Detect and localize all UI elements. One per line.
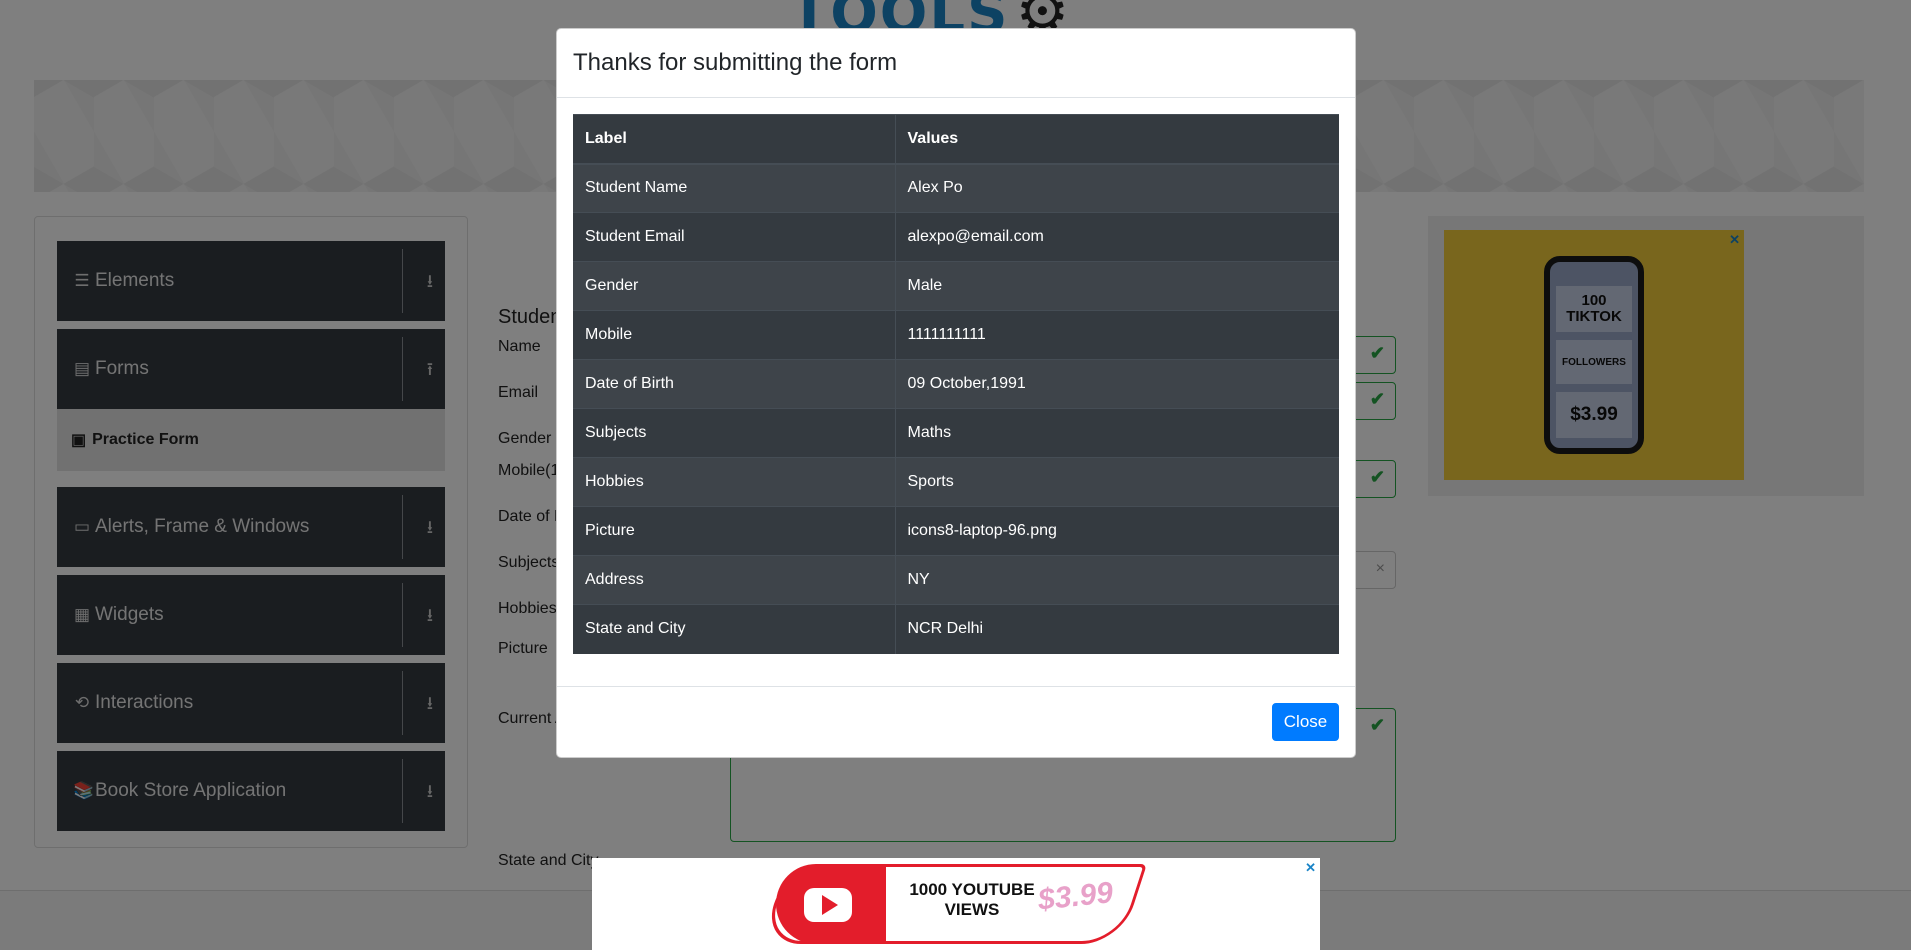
row-value: 1111111111 xyxy=(895,310,1339,360)
row-value: NY xyxy=(895,555,1339,605)
table-row: Date of Birth 09 October,1991 xyxy=(573,359,1339,409)
modal-body: Label Values Student Name Alex Po Studen… xyxy=(557,98,1355,687)
row-value: Alex Po xyxy=(895,163,1339,213)
row-label: Student Email xyxy=(573,212,896,262)
submission-modal: Thanks for submitting the form Label Val… xyxy=(556,28,1356,758)
table-row: State and City NCR Delhi xyxy=(573,604,1339,654)
row-label: Picture xyxy=(573,506,896,556)
row-label: Gender xyxy=(573,261,896,311)
row-value: Sports xyxy=(895,457,1339,507)
row-label: Date of Birth xyxy=(573,359,896,409)
column-header-values: Values xyxy=(895,114,1339,165)
row-value: alexpo@email.com xyxy=(895,212,1339,262)
modal-header: Thanks for submitting the form xyxy=(557,29,1355,98)
row-value: 09 October,1991 xyxy=(895,359,1339,409)
row-label: Address xyxy=(573,555,896,605)
table-row: Picture icons8-laptop-96.png xyxy=(573,506,1339,556)
table-row: Hobbies Sports xyxy=(573,457,1339,507)
table-row: Subjects Maths xyxy=(573,408,1339,458)
row-label: Hobbies xyxy=(573,457,896,507)
table-header-row: Label Values xyxy=(573,114,1339,165)
play-icon xyxy=(822,895,838,915)
ad-close-icon[interactable]: ✕ xyxy=(1305,860,1316,876)
modal-title: Thanks for submitting the form xyxy=(573,49,898,76)
row-value: icons8-laptop-96.png xyxy=(895,506,1339,556)
column-header-label: Label xyxy=(573,114,896,165)
row-value: Male xyxy=(895,261,1339,311)
results-table: Label Values Student Name Alex Po Studen… xyxy=(573,114,1339,654)
bottom-advertisement[interactable]: 1000 YOUTUBE VIEWS $3.99 ✕ xyxy=(592,858,1320,950)
row-value: NCR Delhi xyxy=(895,604,1339,654)
row-value: Maths xyxy=(895,408,1339,458)
row-label: State and City xyxy=(573,604,896,654)
table-row: Mobile 1111111111 xyxy=(573,310,1339,360)
table-row: Address NY xyxy=(573,555,1339,605)
table-row: Student Name Alex Po xyxy=(573,163,1339,213)
table-row: Student Email alexpo@email.com xyxy=(573,212,1339,262)
close-button[interactable]: Close xyxy=(1272,703,1339,741)
table-row: Gender Male xyxy=(573,261,1339,311)
row-label: Mobile xyxy=(573,310,896,360)
row-label: Student Name xyxy=(573,163,896,213)
modal-footer: Close xyxy=(557,686,1355,757)
row-label: Subjects xyxy=(573,408,896,458)
ad-text: 1000 YOUTUBE VIEWS xyxy=(909,880,1035,919)
